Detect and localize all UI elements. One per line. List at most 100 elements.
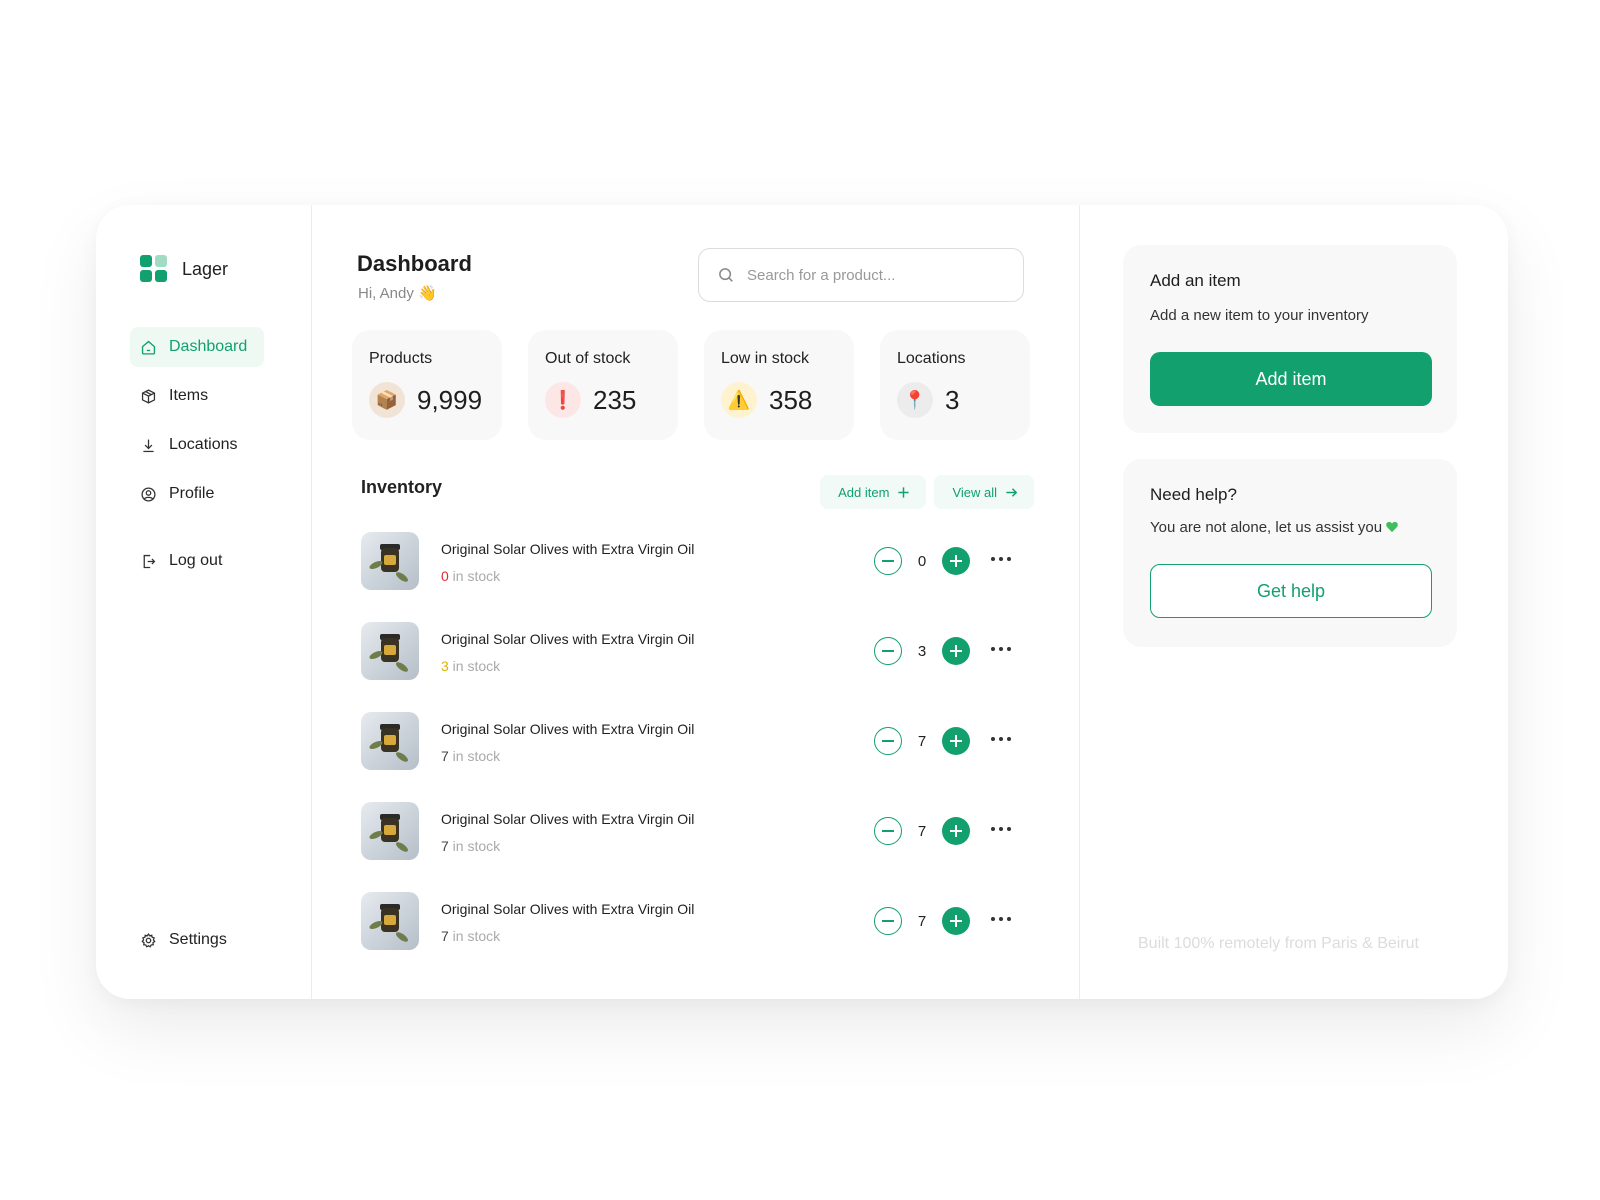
stat-card-low-in-stock[interactable]: Low in stock ⚠️ 358	[704, 330, 854, 440]
quantity-value: 3	[917, 642, 927, 660]
card-title: Need help?	[1150, 485, 1237, 504]
product-thumbnail	[361, 712, 419, 770]
product-thumbnail	[361, 802, 419, 860]
logout-button[interactable]: Log out	[130, 541, 264, 581]
more-options-icon[interactable]	[991, 821, 1011, 837]
home-icon	[141, 340, 156, 355]
card-title: Add an item	[1150, 271, 1241, 290]
decrement-button[interactable]	[874, 637, 902, 665]
quantity-stepper: 0	[874, 547, 970, 575]
stock-suffix: in stock	[448, 928, 501, 944]
quantity-value: 7	[917, 822, 927, 840]
stat-card-locations[interactable]: Locations 📍 3	[880, 330, 1030, 440]
stat-value: 9,999	[417, 384, 483, 415]
stock-suffix: in stock	[448, 838, 501, 854]
product-stock: 7 in stock	[441, 928, 500, 944]
stock-suffix: in stock	[448, 658, 501, 674]
product-name: Original Solar Olives with Extra Virgin …	[441, 541, 695, 557]
product-thumbnail	[361, 892, 419, 950]
list-item[interactable]: Original Solar Olives with Extra Virgin …	[361, 795, 1031, 885]
decrement-button[interactable]	[874, 727, 902, 755]
box-icon	[141, 388, 156, 404]
sidebar-item-label: Dashboard	[169, 338, 248, 355]
decrement-button[interactable]	[874, 907, 902, 935]
more-options-icon[interactable]	[991, 731, 1011, 747]
product-name: Original Solar Olives with Extra Virgin …	[441, 721, 695, 737]
sidebar-item-items[interactable]: Items	[130, 376, 264, 416]
help-card: Need help? You are not alone, let us ass…	[1123, 459, 1457, 647]
stock-count: 7	[441, 748, 449, 764]
list-item[interactable]: Original Solar Olives with Extra Virgin …	[361, 885, 1031, 975]
stock-suffix: in stock	[448, 748, 501, 764]
logout-icon	[143, 554, 156, 568]
stock-count: 7	[441, 838, 449, 854]
quantity-stepper: 7	[874, 907, 970, 935]
stock-count: 0	[441, 568, 449, 584]
arrow-right-icon	[1006, 487, 1018, 497]
product-name: Original Solar Olives with Extra Virgin …	[441, 901, 695, 917]
add-item-label: Add item	[838, 484, 890, 500]
quantity-stepper: 7	[874, 727, 970, 755]
logout-label: Log out	[169, 552, 223, 569]
main-panel: Dashboard Hi, Andy 👋 Products 📦 9,999 Ou…	[312, 205, 1080, 999]
quantity-value: 7	[917, 732, 927, 750]
sidebar-item-profile[interactable]: Profile	[130, 474, 264, 514]
sidebar-item-dashboard[interactable]: Dashboard	[130, 327, 264, 367]
list-item[interactable]: Original Solar Olives with Extra Virgin …	[361, 615, 1031, 705]
product-thumbnail	[361, 622, 419, 680]
stat-value: 235	[593, 384, 637, 415]
increment-button[interactable]	[942, 547, 970, 575]
decrement-button[interactable]	[874, 547, 902, 575]
sidebar-item-label: Items	[169, 387, 209, 404]
add-item-button[interactable]: Add item	[1150, 352, 1432, 406]
stat-card-products[interactable]: Products 📦 9,999	[352, 330, 502, 440]
sidebar-item-label: Locations	[169, 436, 238, 453]
inventory-title: Inventory	[361, 477, 443, 497]
product-name: Original Solar Olives with Extra Virgin …	[441, 811, 695, 827]
stock-suffix: in stock	[448, 568, 501, 584]
brand[interactable]: Lager	[140, 255, 228, 283]
quantity-stepper: 3	[874, 637, 970, 665]
increment-button[interactable]	[942, 637, 970, 665]
help-text: You are not alone, let us assist you	[1150, 519, 1383, 536]
more-options-icon[interactable]	[991, 641, 1011, 657]
list-item[interactable]: Original Solar Olives with Extra Virgin …	[361, 705, 1031, 795]
sidebar: Lager Dashboard Items Locations Profile …	[96, 205, 312, 999]
more-options-icon[interactable]	[991, 551, 1011, 567]
search-box[interactable]	[698, 248, 1024, 302]
stock-count: 3	[441, 658, 449, 674]
brand-name: Lager	[182, 258, 229, 279]
exclamation-icon: ❗	[545, 382, 581, 418]
page-title: Dashboard	[357, 251, 472, 276]
gear-icon	[141, 932, 156, 948]
footer-note: Built 100% remotely from Paris & Beirut	[1138, 935, 1419, 952]
sidebar-item-settings[interactable]: Settings	[130, 920, 243, 960]
download-icon	[143, 439, 154, 452]
sidebar-item-locations[interactable]: Locations	[130, 425, 264, 465]
list-item[interactable]: Original Solar Olives with Extra Virgin …	[361, 525, 1031, 615]
warning-icon: ⚠️	[721, 382, 757, 418]
inventory-add-item-button[interactable]: Add item	[820, 475, 927, 509]
settings-label: Settings	[169, 931, 227, 948]
increment-button[interactable]	[942, 727, 970, 755]
increment-button[interactable]	[942, 907, 970, 935]
search-input[interactable]	[747, 266, 997, 284]
user-circle-icon	[141, 486, 156, 502]
stat-label: Low in stock	[721, 350, 810, 367]
plus-icon	[898, 486, 910, 498]
view-all-button[interactable]: View all	[934, 475, 1034, 509]
product-stock: 0 in stock	[441, 568, 500, 584]
stat-label: Out of stock	[545, 350, 631, 367]
stat-card-out-of-stock[interactable]: Out of stock ❗ 235	[528, 330, 678, 440]
stat-value: 358	[769, 384, 813, 415]
decrement-button[interactable]	[874, 817, 902, 845]
greeting: Hi, Andy 👋	[358, 285, 437, 302]
product-stock: 7 in stock	[441, 748, 500, 764]
increment-button[interactable]	[942, 817, 970, 845]
quantity-stepper: 7	[874, 817, 970, 845]
add-item-card: Add an item Add a new item to your inven…	[1123, 245, 1457, 433]
heart-icon	[1386, 522, 1398, 534]
stock-count: 7	[441, 928, 449, 944]
get-help-button[interactable]: Get help	[1150, 564, 1432, 618]
more-options-icon[interactable]	[991, 911, 1011, 927]
